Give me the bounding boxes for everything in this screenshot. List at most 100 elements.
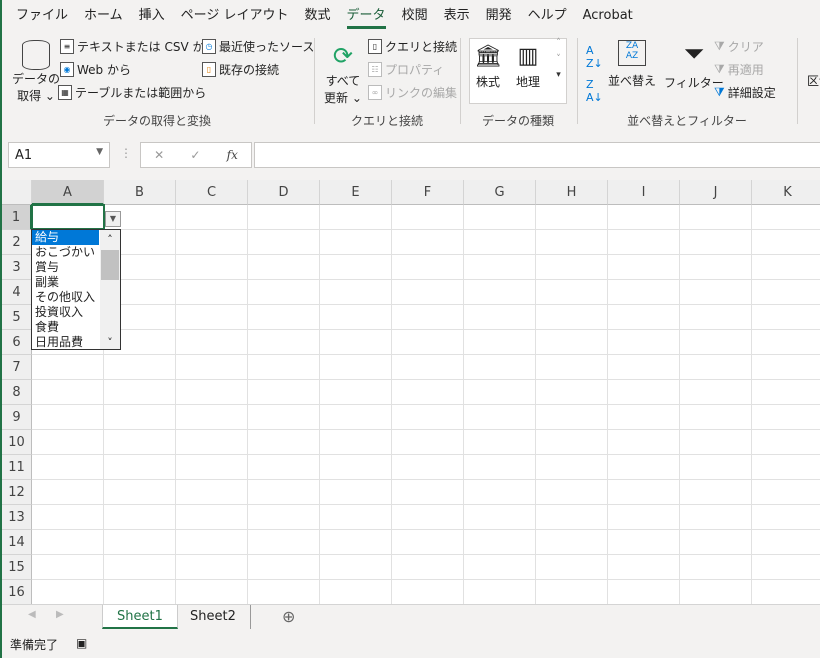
clear-filter-button[interactable]: ⧩ クリア xyxy=(714,38,764,55)
row-header-10[interactable]: 10 xyxy=(2,430,32,455)
from-web-button[interactable]: ◉ Web から xyxy=(60,61,131,78)
dropdown-button[interactable]: ▼ xyxy=(105,211,121,227)
tab-6[interactable]: 校閲 xyxy=(394,0,436,32)
scroll-right-icon[interactable]: ▶ xyxy=(56,609,64,620)
enter-icon[interactable]: ✓ xyxy=(190,148,200,162)
list-item[interactable]: 給与 xyxy=(32,230,99,245)
tab-8[interactable]: 開発 xyxy=(478,0,520,32)
row-header-8[interactable]: 8 xyxy=(2,380,32,405)
list-item[interactable]: 日用品費 xyxy=(32,335,99,350)
column-header-H[interactable]: H xyxy=(536,180,608,205)
row-header-14[interactable]: 14 xyxy=(2,530,32,555)
list-item[interactable]: おこづかい xyxy=(32,245,99,260)
list-item[interactable]: その他収入 xyxy=(32,290,99,305)
selected-cell-a1[interactable] xyxy=(31,204,105,230)
tab-5[interactable]: データ xyxy=(339,0,394,32)
macro-record-icon[interactable]: ▣ xyxy=(76,636,87,654)
select-all-button[interactable] xyxy=(2,180,32,205)
get-data-button[interactable]: データの 取得 ⌄ xyxy=(12,40,60,104)
scroll-up-icon[interactable]: ˄ xyxy=(100,230,120,250)
column-header-I[interactable]: I xyxy=(608,180,680,205)
from-table-button[interactable]: ▦ テーブルまたは範囲から xyxy=(58,84,206,101)
sort-az-icon: A Z↓ xyxy=(586,44,603,70)
tab-9[interactable]: ヘルプ xyxy=(520,0,575,32)
row-header-3[interactable]: 3 xyxy=(2,255,32,280)
group-label: 並べ替えとフィルター xyxy=(627,114,747,128)
from-text-csv-button[interactable]: ≡ テキストまたは CSV から xyxy=(60,38,216,55)
row-header-7[interactable]: 7 xyxy=(2,355,32,380)
tab-0[interactable]: ファイル xyxy=(8,0,76,32)
web-file-icon: ◉ xyxy=(60,62,74,77)
queries-connections-button[interactable]: ▯ クエリと接続 xyxy=(368,38,457,55)
sheet-tab-Sheet1[interactable]: Sheet1 xyxy=(102,605,178,629)
list-scrollbar[interactable]: ˄ ˅ xyxy=(100,230,120,349)
list-item[interactable]: 投資収入 xyxy=(32,305,99,320)
scroll-thumb[interactable] xyxy=(101,250,119,280)
list-item[interactable]: 副業 xyxy=(32,275,99,290)
drag-handle-icon[interactable]: ⋮ xyxy=(120,146,132,160)
sheet-tab-Sheet2[interactable]: Sheet2 xyxy=(176,605,251,629)
properties-button[interactable]: ☷ プロパティ xyxy=(368,61,444,78)
reapply-button[interactable]: ⧩ 再適用 xyxy=(714,61,764,78)
formula-bar: A1 ▼ ⋮ ✕ ✓ fx xyxy=(2,138,820,172)
tab-7[interactable]: 表示 xyxy=(436,0,478,32)
sort-desc-button[interactable]: Z A↓ xyxy=(586,78,603,104)
column-header-F[interactable]: F xyxy=(392,180,464,205)
formula-input[interactable] xyxy=(254,142,820,168)
row-header-11[interactable]: 11 xyxy=(2,455,32,480)
chevron-down-icon: ▼ xyxy=(96,147,103,157)
row-header-12[interactable]: 12 xyxy=(2,480,32,505)
row-header-6[interactable]: 6 xyxy=(2,330,32,355)
refresh-all-button[interactable]: ⟳ すべて 更新 ⌄ xyxy=(324,40,362,106)
column-header-C[interactable]: C xyxy=(176,180,248,205)
list-item[interactable]: 食費 xyxy=(32,320,99,335)
row-header-13[interactable]: 13 xyxy=(2,505,32,530)
existing-connections-button[interactable]: ▯ 既存の接続 xyxy=(202,61,279,78)
stocks-button[interactable]: 🏛 株式 xyxy=(474,44,502,90)
row-header-1[interactable]: 1 xyxy=(2,205,32,230)
list-item[interactable]: 賞与 xyxy=(32,260,99,275)
spreadsheet-grid[interactable]: A B C D E F G H I J K 1 2 3 4 5 6 7 8 9 10 11 12 13 14 15 16 ▼ 給与 おこづ… xyxy=(2,180,820,604)
tab-2[interactable]: 挿入 xyxy=(131,0,173,32)
row-header-5[interactable]: 5 xyxy=(2,305,32,330)
database-icon xyxy=(22,40,50,70)
group-label: データの取得と変換 xyxy=(102,114,211,128)
row-header-9[interactable]: 9 xyxy=(2,405,32,430)
column-header-K[interactable]: K xyxy=(752,180,820,205)
tab-3[interactable]: ページ レイアウト xyxy=(173,0,297,32)
edit-links-button[interactable]: ∞ リンクの編集 xyxy=(368,84,457,101)
file-text-icon: ≡ xyxy=(60,39,74,54)
row-header-16[interactable]: 16 xyxy=(2,580,32,604)
validation-list[interactable]: 給与 おこづかい 賞与 副業 その他収入 投資収入 食費 日用品費 ˄ ˅ xyxy=(31,229,121,350)
gridline-horizontal xyxy=(32,579,820,580)
row-header-4[interactable]: 4 xyxy=(2,280,32,305)
cancel-icon[interactable]: ✕ xyxy=(154,148,164,162)
column-header-B[interactable]: B xyxy=(104,180,176,205)
column-header-A[interactable]: A xyxy=(32,180,104,205)
map-icon: ▥ xyxy=(517,44,539,69)
row-header-2[interactable]: 2 xyxy=(2,230,32,255)
text-to-columns-button[interactable]: 区切 xyxy=(807,72,820,89)
scroll-down-icon[interactable]: ˅ xyxy=(100,336,120,349)
add-sheet-icon[interactable]: ⊕ xyxy=(282,607,295,626)
recent-sources-button[interactable]: ◷ 最近使ったソース xyxy=(202,38,314,55)
advanced-filter-button[interactable]: ⧩ 詳細設定 xyxy=(714,84,776,101)
tab-10[interactable]: Acrobat xyxy=(575,0,641,32)
sort-button[interactable]: ZA AZ 並べ替え xyxy=(608,40,656,89)
types-gallery-scroll[interactable]: ˄ ˅ ▾ xyxy=(551,38,566,104)
gridline-horizontal xyxy=(32,254,820,255)
tab-4[interactable]: 数式 xyxy=(297,0,339,32)
connection-file-icon: ▯ xyxy=(202,62,216,77)
geography-button[interactable]: ▥ 地理 xyxy=(516,44,540,90)
column-header-G[interactable]: G xyxy=(464,180,536,205)
name-box[interactable]: A1 ▼ xyxy=(8,142,110,168)
insert-function-icon[interactable]: fx xyxy=(227,148,238,162)
column-header-E[interactable]: E xyxy=(320,180,392,205)
gridline-horizontal xyxy=(32,479,820,480)
column-header-J[interactable]: J xyxy=(680,180,752,205)
tab-1[interactable]: ホーム xyxy=(76,0,131,32)
row-header-15[interactable]: 15 xyxy=(2,555,32,580)
column-header-D[interactable]: D xyxy=(248,180,320,205)
sort-asc-button[interactable]: A Z↓ xyxy=(586,44,603,70)
scroll-left-icon[interactable]: ◀ xyxy=(28,609,36,620)
